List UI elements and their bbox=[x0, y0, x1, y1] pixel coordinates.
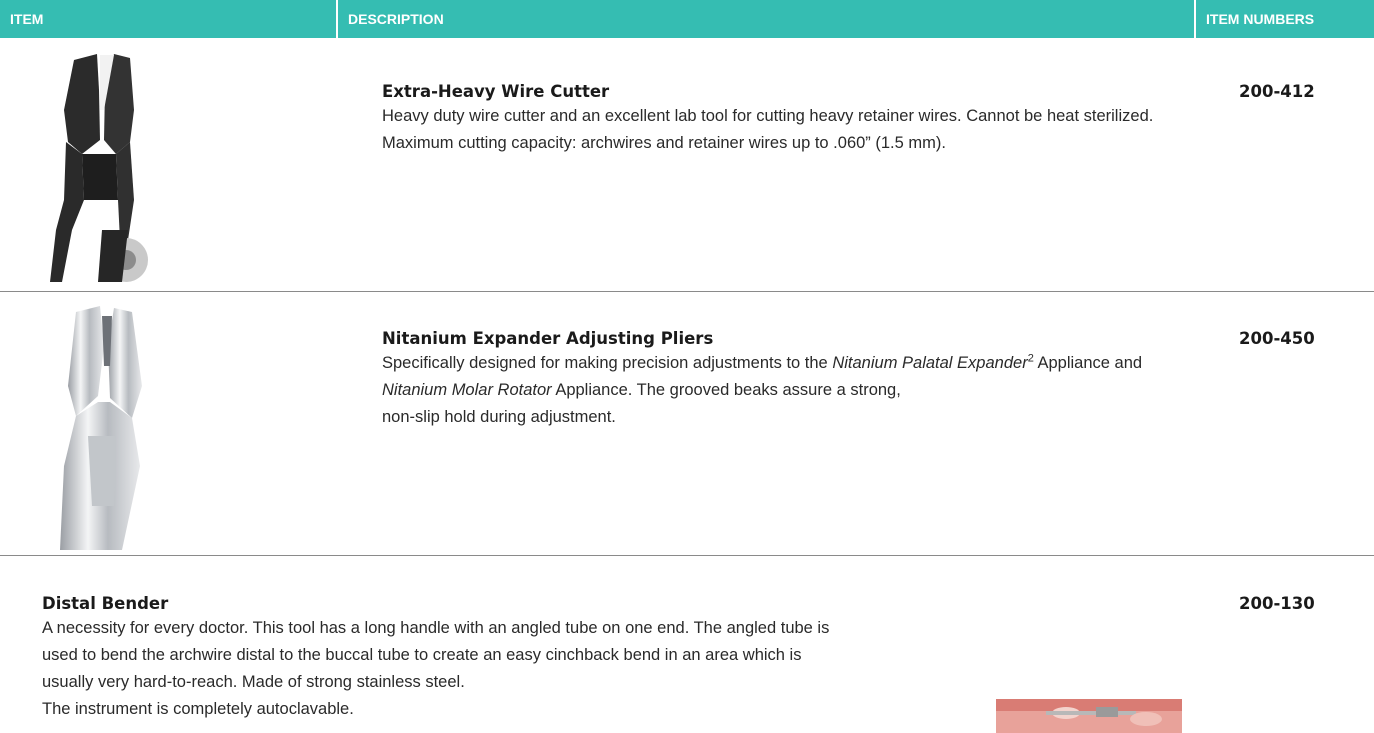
header-item-numbers: ITEM NUMBERS bbox=[1196, 0, 1374, 38]
table-row: Distal Bender A necessity for every doct… bbox=[0, 556, 1374, 733]
product-description-line2: non-slip hold during adjustment. bbox=[382, 408, 616, 426]
product-details: Extra-Heavy Wire Cutter Heavy duty wire … bbox=[382, 82, 1162, 157]
product-details: Distal Bender A necessity for every doct… bbox=[42, 594, 842, 723]
product-details: Nitanium Expander Adjusting Pliers Speci… bbox=[382, 329, 1162, 431]
distal-bender-photo bbox=[996, 699, 1182, 733]
product-description: A necessity for every doctor. This tool … bbox=[42, 619, 830, 691]
table-row: Extra-Heavy Wire Cutter Heavy duty wire … bbox=[0, 38, 1374, 291]
product-title: Distal Bender bbox=[42, 594, 169, 613]
product-title: Nitanium Expander Adjusting Pliers bbox=[382, 329, 714, 348]
table-header: ITEM DESCRIPTION ITEM NUMBERS bbox=[0, 0, 1374, 38]
wire-cutter-photo bbox=[42, 50, 152, 287]
product-description-line2: The instrument is completely autoclavabl… bbox=[42, 700, 354, 718]
header-description: DESCRIPTION bbox=[338, 0, 1194, 38]
item-number: 200-412 bbox=[1239, 82, 1315, 101]
table-row: Nitanium Expander Adjusting Pliers Speci… bbox=[0, 292, 1374, 550]
item-number: 200-130 bbox=[1239, 594, 1315, 613]
header-item: ITEM bbox=[0, 0, 336, 38]
expander-pliers-photo bbox=[58, 306, 168, 555]
item-number: 200-450 bbox=[1239, 329, 1315, 348]
product-description: Heavy duty wire cutter and an excellent … bbox=[382, 107, 1154, 152]
product-description: Specifically designed for making precisi… bbox=[382, 352, 1143, 399]
product-title: Extra-Heavy Wire Cutter bbox=[382, 82, 610, 101]
